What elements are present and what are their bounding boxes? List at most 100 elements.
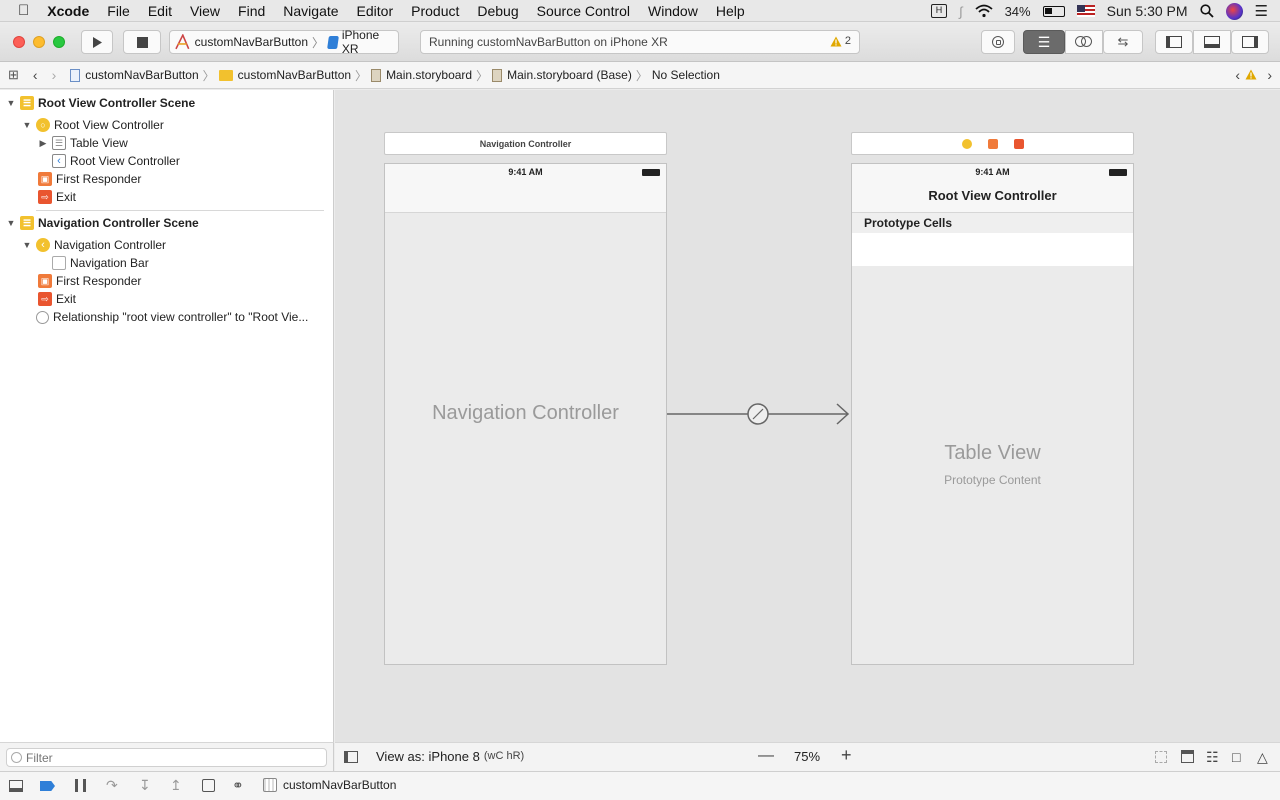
- battery-icon[interactable]: [1042, 5, 1065, 17]
- outline-root-view-controller[interactable]: ▼ ○ Root View Controller: [22, 116, 164, 134]
- run-button[interactable]: [81, 30, 113, 54]
- disclosure-open-icon[interactable]: ▼: [22, 240, 32, 250]
- breakpoints-toggle-icon[interactable]: [40, 781, 55, 791]
- assistant-editor-button[interactable]: [1065, 30, 1103, 54]
- toggle-debug-area-button[interactable]: [1193, 30, 1231, 54]
- outline-relationship-segue[interactable]: Relationship "root view controller" to "…: [36, 308, 308, 326]
- next-issue-button[interactable]: ›: [1267, 67, 1272, 83]
- zoom-level[interactable]: 75%: [794, 749, 820, 764]
- outline-first-responder[interactable]: ▣ First Responder: [38, 272, 141, 290]
- crumb-project[interactable]: customNavBarButton: [66, 68, 202, 82]
- exit-icon[interactable]: [1013, 138, 1024, 149]
- zoom-window-button[interactable]: [53, 36, 65, 48]
- activity-status-bar[interactable]: Running customNavBarButton on iPhone XR …: [420, 30, 860, 54]
- toggle-inspector-button[interactable]: [1231, 30, 1269, 54]
- app-menu[interactable]: Xcode: [38, 0, 98, 22]
- zoom-out-button[interactable]: —: [758, 747, 774, 765]
- related-items-icon[interactable]: ⊞: [8, 67, 19, 83]
- view-hierarchy-icon[interactable]: [202, 779, 215, 792]
- bluetooth-icon[interactable]: ∫: [959, 4, 963, 19]
- menu-debug[interactable]: Debug: [468, 0, 527, 22]
- disclosure-closed-icon[interactable]: ▶: [38, 138, 48, 149]
- hide-debug-area-icon[interactable]: [9, 780, 23, 792]
- first-responder-icon[interactable]: [987, 138, 998, 149]
- menu-navigate[interactable]: Navigate: [274, 0, 347, 22]
- menu-editor[interactable]: Editor: [348, 0, 403, 22]
- library-button[interactable]: [981, 30, 1015, 54]
- outline-scene-root[interactable]: ▼ ☰ Root View Controller Scene: [6, 94, 195, 112]
- resolve-issues-icon[interactable]: △: [1257, 749, 1268, 766]
- flag-icon[interactable]: [1076, 5, 1095, 17]
- outline-navigation-bar[interactable]: Navigation Bar: [52, 254, 149, 272]
- view-as-button[interactable]: View as: iPhone 8 (wC hR): [376, 749, 524, 764]
- scene-dock-title: Navigation Controller: [479, 138, 572, 149]
- crumb-folder[interactable]: customNavBarButton: [215, 68, 355, 82]
- minimize-window-button[interactable]: [33, 36, 45, 48]
- memory-graph-icon[interactable]: ⚭: [232, 777, 244, 794]
- back-button[interactable]: ‹: [33, 67, 38, 83]
- scene-dock-root[interactable]: [851, 132, 1134, 155]
- input-method-icon[interactable]: H: [931, 4, 948, 18]
- outline-exit[interactable]: ⇨ Exit: [38, 290, 76, 308]
- menu-find[interactable]: Find: [229, 0, 274, 22]
- add-constraints-icon[interactable]: □: [1232, 749, 1240, 765]
- spotlight-search-icon[interactable]: [1199, 4, 1214, 18]
- menu-view[interactable]: View: [181, 0, 229, 22]
- step-over-icon[interactable]: ↷: [106, 777, 118, 794]
- filter-input[interactable]: [26, 750, 316, 765]
- notification-center-icon[interactable]: ☰: [1255, 2, 1268, 20]
- root-view-controller-scene[interactable]: 9:41 AM Root View Controller Prototype C…: [851, 163, 1134, 665]
- close-window-button[interactable]: [13, 36, 25, 48]
- menu-window[interactable]: Window: [639, 0, 707, 22]
- navigation-title[interactable]: Root View Controller: [852, 188, 1133, 203]
- relationship-segue-arrow[interactable]: [665, 400, 855, 430]
- wifi-icon[interactable]: [974, 4, 993, 18]
- outline-navigation-controller[interactable]: ▼ ‹ Navigation Controller: [22, 236, 166, 254]
- outline-navigation-item[interactable]: ‹ Root View Controller: [52, 152, 180, 170]
- previous-issue-button[interactable]: ‹: [1235, 67, 1240, 83]
- storyboard-canvas[interactable]: Navigation Controller 9:41 AM Navigation…: [335, 90, 1280, 742]
- toggle-navigator-button[interactable]: [1155, 30, 1193, 54]
- navigation-controller-scene[interactable]: 9:41 AM Navigation Controller: [384, 163, 667, 665]
- update-frames-icon[interactable]: [1155, 751, 1167, 763]
- zoom-in-button[interactable]: +: [841, 745, 852, 766]
- toggle-outline-button[interactable]: [344, 751, 358, 763]
- outline-first-responder[interactable]: ▣ First Responder: [38, 170, 141, 188]
- align-icon[interactable]: ☷: [1206, 749, 1219, 766]
- embed-in-icon[interactable]: [1181, 750, 1194, 763]
- siri-icon[interactable]: [1225, 2, 1243, 20]
- step-out-icon[interactable]: ↥: [170, 777, 182, 794]
- menu-product[interactable]: Product: [402, 0, 468, 22]
- scheme-selector[interactable]: customNavBarButton 〉 iPhone XR: [169, 28, 399, 56]
- prototype-cell[interactable]: [852, 233, 1133, 266]
- filter-field[interactable]: [6, 748, 327, 767]
- disclosure-open-icon[interactable]: ▼: [22, 120, 32, 130]
- pause-icon[interactable]: [75, 779, 86, 792]
- scene-dock-navigation[interactable]: Navigation Controller: [384, 132, 667, 155]
- crumb-storyboard-base[interactable]: Main.storyboard (Base): [488, 68, 636, 82]
- view-controller-icon[interactable]: [961, 138, 972, 149]
- clock[interactable]: Sun 5:30 PM: [1107, 3, 1188, 19]
- target-selector[interactable]: customNavBarButton: [263, 778, 396, 792]
- version-editor-button[interactable]: ⇆: [1103, 30, 1143, 54]
- menu-edit[interactable]: Edit: [139, 0, 181, 22]
- outline-scene-navigation[interactable]: ▼ ☰ Navigation Controller Scene: [6, 214, 199, 232]
- apple-menu-icon[interactable]: : [0, 0, 38, 22]
- outline-exit[interactable]: ⇨ Exit: [38, 188, 76, 206]
- disclosure-open-icon[interactable]: ▼: [6, 98, 16, 108]
- navigation-bar[interactable]: 9:41 AM Root View Controller: [852, 164, 1133, 213]
- crumb-storyboard[interactable]: Main.storyboard: [367, 68, 476, 82]
- outline-table-view[interactable]: ▶ ☰ Table View: [38, 134, 128, 152]
- stop-button[interactable]: [123, 30, 161, 54]
- menu-help[interactable]: Help: [707, 0, 754, 22]
- warning-badge[interactable]: 2: [830, 35, 851, 47]
- standard-editor-button[interactable]: ☰: [1023, 30, 1065, 54]
- menu-source-control[interactable]: Source Control: [528, 0, 639, 22]
- menu-file[interactable]: File: [98, 0, 139, 22]
- step-into-icon[interactable]: ↧: [139, 777, 151, 794]
- forward-button[interactable]: ›: [52, 67, 57, 83]
- crumb-selection[interactable]: No Selection: [648, 68, 724, 82]
- disclosure-open-icon[interactable]: ▼: [6, 218, 16, 228]
- issue-warning-icon[interactable]: [1245, 69, 1257, 80]
- crumb-label: Main.storyboard: [386, 68, 473, 82]
